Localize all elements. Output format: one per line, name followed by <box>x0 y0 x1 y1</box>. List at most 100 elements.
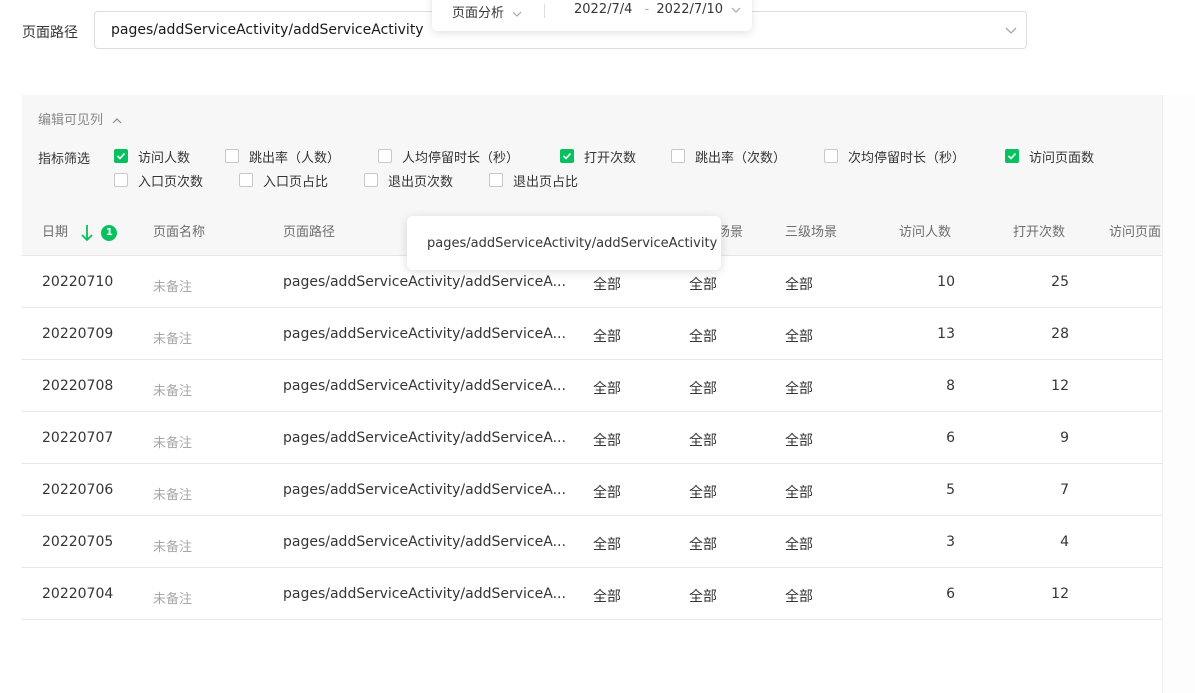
cell-scene-1: 全部 <box>593 277 621 293</box>
cell-page-name: 未备注 <box>153 592 193 607</box>
cell-scene-3: 全部 <box>785 537 813 553</box>
chevron-down-icon <box>731 7 741 13</box>
checkbox-pages-visited[interactable]: 访问页面数 <box>1005 146 1094 166</box>
cell-date: 20220709 <box>42 326 114 342</box>
checkbox-label: 访问人数 <box>138 150 191 166</box>
cell-scene-2: 全部 <box>689 381 717 397</box>
column-header-visitors[interactable]: 访问人数 <box>899 221 951 240</box>
checkbox-entry-page-ratio[interactable]: 入口页占比 <box>239 170 328 190</box>
cell-page-path[interactable]: pages/addServiceActivity/addServiceA... <box>283 586 566 602</box>
checkbox-avg-stay-per-open[interactable]: 次均停留时长（秒） <box>824 146 965 166</box>
date-separator: - <box>644 2 650 17</box>
checkbox-label: 打开次数 <box>584 150 637 166</box>
cell-scene-2: 全部 <box>689 537 717 553</box>
column-header-page-name[interactable]: 页面名称 <box>153 221 205 240</box>
cell-page-name: 未备注 <box>153 540 193 555</box>
checkbox-bounce-rate-users[interactable]: 跳出率（人数） <box>225 146 340 166</box>
cell-visitors: 6 <box>946 430 955 446</box>
cell-scene-1: 全部 <box>593 589 621 605</box>
checkbox-unchecked-icon <box>378 149 392 163</box>
cell-scene-3: 全部 <box>785 589 813 605</box>
cell-visitors: 3 <box>946 534 955 550</box>
cell-scene-2: 全部 <box>689 433 717 449</box>
date-end: 2022/7/10 <box>656 2 724 17</box>
chevron-up-icon <box>112 117 122 123</box>
cell-page-path[interactable]: pages/addServiceActivity/addServiceA... <box>283 430 566 446</box>
checkbox-exit-page-count[interactable]: 退出页次数 <box>364 170 453 190</box>
date-start: 2022/7/4 <box>574 2 633 17</box>
checkbox-opens[interactable]: 打开次数 <box>560 146 636 166</box>
checkbox-visitors[interactable]: 访问人数 <box>114 146 190 166</box>
cell-page-path[interactable]: pages/addServiceActivity/addServiceA... <box>283 274 566 290</box>
checkbox-unchecked-icon <box>239 173 253 187</box>
checkbox-label: 访问页面数 <box>1029 150 1095 166</box>
cell-visitors: 10 <box>937 274 955 290</box>
cell-page-path[interactable]: pages/addServiceActivity/addServiceA... <box>283 534 566 550</box>
cell-scene-2: 全部 <box>689 329 717 345</box>
cell-opens: 28 <box>1051 326 1069 342</box>
cell-page-name: 未备注 <box>153 488 193 503</box>
checkbox-checked-icon <box>560 149 574 163</box>
checkbox-unchecked-icon <box>114 173 128 187</box>
table-row: 20220706 未备注 pages/addServiceActivity/ad… <box>22 464 1162 516</box>
path-filter-label: 页面路径 <box>22 25 78 41</box>
filter-panel: 编辑可见列 指标筛选 访问人数 跳出率（人数） 人均停留时长（秒） 打开次数 跳… <box>22 95 1162 203</box>
column-header-date[interactable]: 日期 1 <box>42 221 118 242</box>
cell-scene-1: 全部 <box>593 433 621 449</box>
checkbox-unchecked-icon <box>824 149 838 163</box>
table-row: 20220708 未备注 pages/addServiceActivity/ad… <box>22 360 1162 412</box>
cell-scene-3: 全部 <box>785 433 813 449</box>
cell-date: 20220710 <box>42 274 114 290</box>
sort-descending-icon <box>81 224 93 241</box>
cell-visitors: 6 <box>946 586 955 602</box>
cell-opens: 25 <box>1051 274 1069 290</box>
checkbox-label: 跳出率（次数） <box>695 150 787 166</box>
cell-scene-3: 全部 <box>785 329 813 345</box>
cell-visitors: 8 <box>946 378 955 394</box>
cell-visitors: 13 <box>937 326 955 342</box>
checkbox-label: 入口页次数 <box>138 174 204 190</box>
checkbox-checked-icon <box>114 149 128 163</box>
cell-date: 20220708 <box>42 378 114 394</box>
column-header-opens[interactable]: 打开次数 <box>1013 221 1065 240</box>
path-tooltip: pages/addServiceActivity/addServiceActiv… <box>407 216 721 270</box>
path-select-value: pages/addServiceActivity/addServiceActiv… <box>111 22 424 38</box>
column-header-page-path[interactable]: 页面路径 <box>283 221 335 240</box>
cell-visitors: 5 <box>946 482 955 498</box>
cell-page-path[interactable]: pages/addServiceActivity/addServiceA... <box>283 326 566 342</box>
checkbox-entry-page-count[interactable]: 入口页次数 <box>114 170 203 190</box>
checkbox-unchecked-icon <box>225 149 239 163</box>
table-row: 20220707 未备注 pages/addServiceActivity/ad… <box>22 412 1162 464</box>
analysis-type-select[interactable]: 页面分析 <box>452 2 522 21</box>
checkbox-avg-stay-per-user[interactable]: 人均停留时长（秒） <box>378 146 519 166</box>
header-popup: 页面分析 2022/7/4 - 2022/7/10 <box>432 0 752 31</box>
checkbox-label: 退出页占比 <box>513 174 579 190</box>
cell-date: 20220705 <box>42 534 114 550</box>
cell-date: 20220706 <box>42 482 114 498</box>
cell-page-path[interactable]: pages/addServiceActivity/addServiceA... <box>283 482 566 498</box>
scroll-area-edge <box>1162 95 1195 693</box>
cell-scene-1: 全部 <box>593 537 621 553</box>
checkbox-label: 跳出率（人数） <box>249 150 341 166</box>
checkbox-bounce-rate-opens[interactable]: 跳出率（次数） <box>671 146 786 166</box>
checkbox-label: 入口页占比 <box>263 174 329 190</box>
date-range-picker[interactable]: 2022/7/4 - 2022/7/10 <box>574 2 741 17</box>
checkbox-unchecked-icon <box>489 173 503 187</box>
table-row: 20220705 未备注 pages/addServiceActivity/ad… <box>22 516 1162 568</box>
table-row: 20220704 未备注 pages/addServiceActivity/ad… <box>22 568 1162 620</box>
cell-opens: 12 <box>1051 586 1069 602</box>
cell-scene-2: 全部 <box>689 277 717 293</box>
checkbox-unchecked-icon <box>364 173 378 187</box>
edit-columns-label: 编辑可见列 <box>38 113 104 128</box>
column-header-scene-3[interactable]: 三级场景 <box>785 221 837 240</box>
cell-page-path[interactable]: pages/addServiceActivity/addServiceA... <box>283 378 566 394</box>
sort-rank-badge: 1 <box>101 224 118 241</box>
column-header-pages-visited[interactable]: 访问页面 <box>1109 221 1161 240</box>
popup-divider <box>544 4 545 18</box>
checkbox-exit-page-ratio[interactable]: 退出页占比 <box>489 170 578 190</box>
cell-date: 20220704 <box>42 586 114 602</box>
cell-scene-3: 全部 <box>785 381 813 397</box>
edit-columns-toggle[interactable]: 编辑可见列 <box>38 109 123 128</box>
checkbox-label: 退出页次数 <box>388 174 454 190</box>
column-header-label: 日期 <box>42 225 69 240</box>
